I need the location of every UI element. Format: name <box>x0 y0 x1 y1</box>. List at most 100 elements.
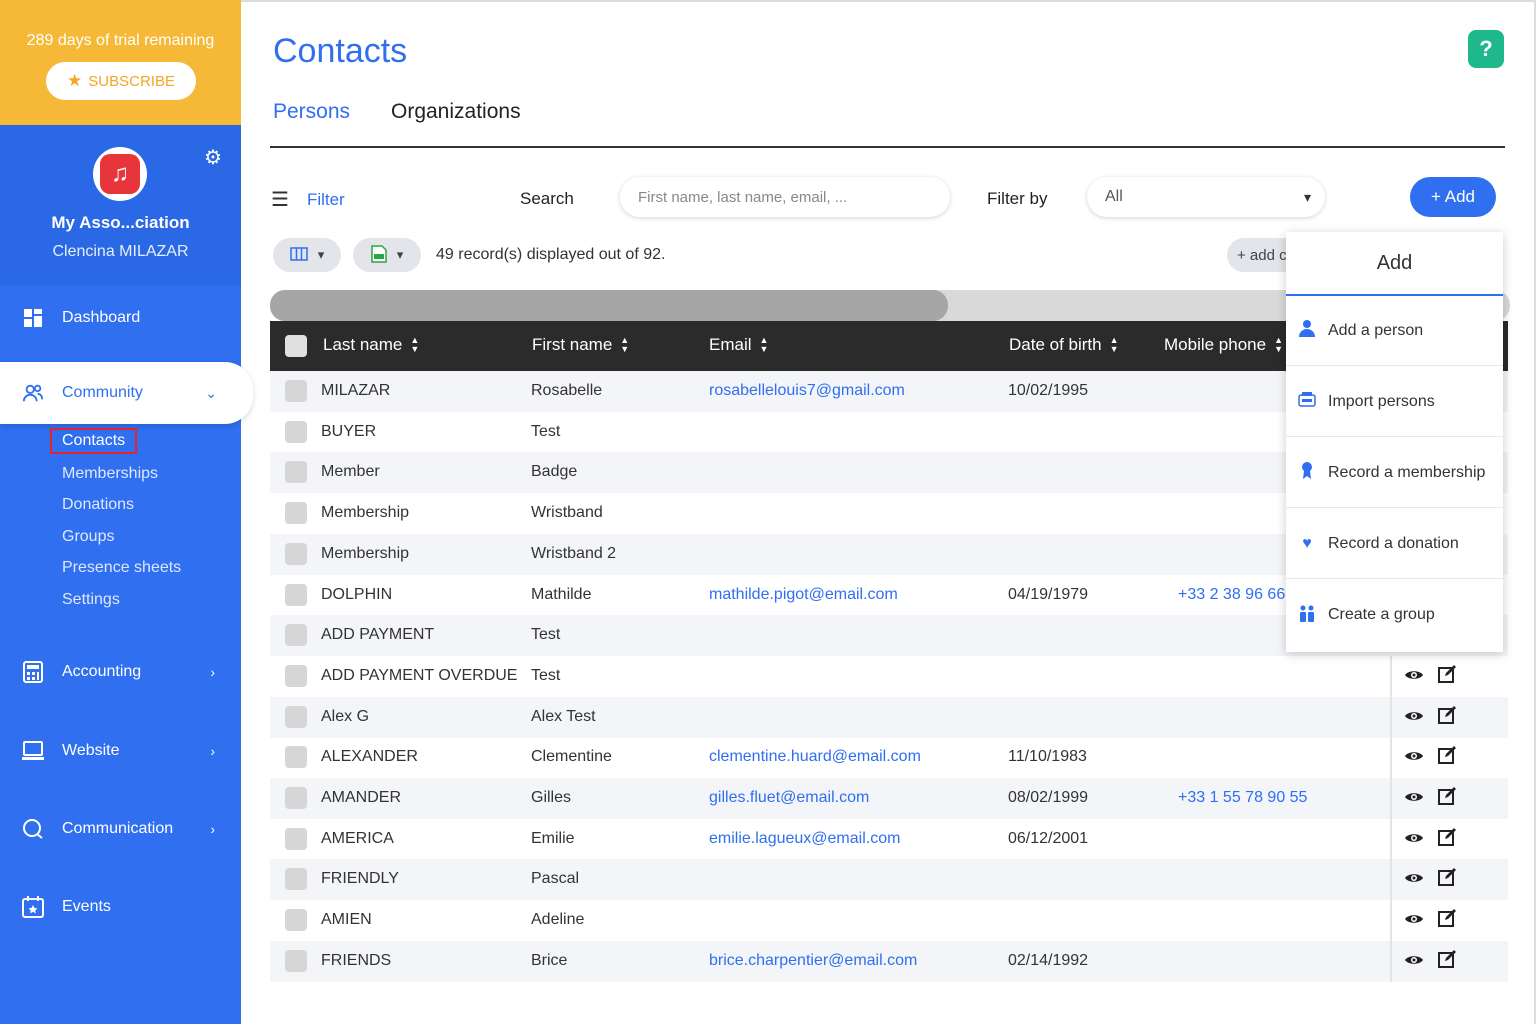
edit-icon[interactable] <box>1438 706 1456 729</box>
sub-item-memberships[interactable]: Memberships <box>62 465 158 483</box>
cell-mobile-phone[interactable]: +33 2 38 96 66 <box>1178 586 1285 604</box>
columns-button[interactable]: ▾ <box>273 238 341 272</box>
sub-item-contacts[interactable]: Contacts <box>50 428 138 454</box>
menu-record-donation[interactable]: ♥ Record a donation <box>1286 509 1503 579</box>
menu-import-persons[interactable]: Import persons <box>1286 367 1503 437</box>
menu-add-person[interactable]: Add a person <box>1286 296 1503 366</box>
header-date-of-birth[interactable]: Date of birth ▲ ▼ <box>1009 335 1119 355</box>
cell-email[interactable]: rosabellelouis7@gmail.com <box>709 382 905 400</box>
cell-email[interactable]: emilie.lagueux@email.com <box>709 830 900 848</box>
table-row[interactable]: ADD PAYMENT OVERDUE Test <box>270 656 1508 697</box>
table-row[interactable]: AMANDER Gilles gilles.fluet@email.com 08/02… <box>270 778 1508 819</box>
cell-date-of-birth: 10/02/1995 <box>1008 382 1089 399</box>
header-first-name[interactable]: First name ▲ ▼ <box>532 335 629 355</box>
row-checkbox[interactable] <box>285 584 307 606</box>
edit-icon[interactable] <box>1438 828 1456 851</box>
edit-icon[interactable] <box>1438 665 1456 688</box>
cell-first-name: Emilie <box>531 830 575 847</box>
page-title: Contacts <box>273 32 408 70</box>
subscribe-label: SUBSCRIBE <box>88 72 175 90</box>
nav-events[interactable]: Events <box>0 882 241 932</box>
cell-email[interactable]: gilles.fluet@email.com <box>709 789 869 807</box>
menu-item-label: Add a person <box>1328 321 1424 339</box>
row-checkbox[interactable] <box>285 502 307 524</box>
row-checkbox[interactable] <box>285 665 307 687</box>
row-actions <box>1390 697 1508 738</box>
table-row[interactable]: Alex G Alex Test <box>270 697 1508 738</box>
table-row[interactable]: FRIENDLY Pascal <box>270 859 1508 900</box>
table-row[interactable]: ALEXANDER Clementine clementine.huard@emai… <box>270 737 1508 778</box>
cell-email[interactable]: mathilde.pigot@email.com <box>709 586 898 604</box>
eye-icon[interactable] <box>1404 666 1424 687</box>
nav-accounting[interactable]: Accounting › <box>0 647 241 697</box>
row-checkbox[interactable] <box>285 787 307 809</box>
row-checkbox[interactable] <box>285 624 307 646</box>
row-checkbox[interactable] <box>285 461 307 483</box>
row-checkbox[interactable] <box>285 909 307 931</box>
row-checkbox[interactable] <box>285 950 307 972</box>
export-excel-button[interactable]: ▾ <box>353 238 421 272</box>
sub-item-presence-sheets[interactable]: Presence sheets <box>62 559 181 577</box>
edit-icon[interactable] <box>1438 868 1456 891</box>
subscribe-button[interactable]: ★ SUBSCRIBE <box>46 62 196 100</box>
edit-icon[interactable] <box>1438 746 1456 769</box>
help-button[interactable]: ? <box>1468 30 1504 68</box>
edit-icon[interactable] <box>1438 950 1456 973</box>
menu-record-membership[interactable]: Record a membership <box>1286 438 1503 508</box>
dashboard-icon <box>22 307 44 329</box>
eye-icon[interactable] <box>1404 951 1424 972</box>
search-input[interactable] <box>620 177 950 217</box>
main-content: Contacts ? Persons Organizations ☰ Filte… <box>241 0 1536 1024</box>
sub-item-groups[interactable]: Groups <box>62 528 114 546</box>
cell-last-name: Membership <box>321 545 410 562</box>
eye-icon[interactable] <box>1404 869 1424 890</box>
row-checkbox[interactable] <box>285 868 307 890</box>
header-email[interactable]: Email ▲ ▼ <box>709 335 768 355</box>
cell-first-name: Clementine <box>531 748 612 765</box>
nav-dashboard[interactable]: Dashboard <box>0 293 241 343</box>
nav-communication[interactable]: Communication › <box>0 804 241 854</box>
edit-icon[interactable] <box>1438 909 1456 932</box>
table-row[interactable]: AMERICA Emilie emilie.lagueux@email.com 06/… <box>270 819 1508 860</box>
org-logo[interactable]: ♫ <box>93 147 147 201</box>
row-checkbox[interactable] <box>285 380 307 402</box>
table-row[interactable]: AMIEN Adeline <box>270 900 1508 941</box>
sub-item-donations[interactable]: Donations <box>62 496 134 514</box>
cell-email[interactable]: clementine.huard@email.com <box>709 748 921 766</box>
menu-create-group[interactable]: Create a group <box>1286 580 1503 650</box>
add-button[interactable]: + Add <box>1410 177 1496 217</box>
filter-toggle[interactable]: ☰ Filter <box>271 187 345 212</box>
sort-icon: ▲ ▼ <box>1109 335 1119 354</box>
header-mobile-phone[interactable]: Mobile phone ▲ ▼ <box>1164 335 1283 355</box>
scrollbar-thumb[interactable] <box>270 290 948 321</box>
sub-item-settings[interactable]: Settings <box>62 591 120 609</box>
eye-icon[interactable] <box>1404 747 1424 768</box>
filter-by-select[interactable]: All ▾ <box>1087 177 1325 217</box>
gear-icon[interactable]: ⚙ <box>204 145 222 170</box>
cell-email[interactable]: brice.charpentier@email.com <box>709 952 917 970</box>
tab-persons[interactable]: Persons <box>273 100 350 124</box>
eye-icon[interactable] <box>1404 829 1424 850</box>
sort-icon: ▲ ▼ <box>410 335 420 354</box>
table-row[interactable]: FRIENDS Brice brice.charpentier@email.com 0… <box>270 941 1508 982</box>
nav-accounting-label: Accounting <box>62 663 142 680</box>
row-checkbox[interactable] <box>285 706 307 728</box>
org-name[interactable]: My Asso...ciation <box>0 213 241 233</box>
row-checkbox[interactable] <box>285 828 307 850</box>
cell-mobile-phone[interactable]: +33 1 55 78 90 55 <box>1178 789 1307 807</box>
header-last-name[interactable]: Last name ▲ ▼ <box>323 335 419 355</box>
row-checkbox[interactable] <box>285 543 307 565</box>
nav-website[interactable]: Website › <box>0 726 241 776</box>
nav-community[interactable]: Community ⌄ <box>0 362 253 424</box>
tabs-divider <box>270 146 1505 148</box>
select-all-checkbox[interactable] <box>285 335 307 357</box>
row-checkbox[interactable] <box>285 746 307 768</box>
cell-first-name: Mathilde <box>531 586 592 603</box>
caret-down-icon: ▾ <box>317 247 325 262</box>
edit-icon[interactable] <box>1438 787 1456 810</box>
eye-icon[interactable] <box>1404 707 1424 728</box>
row-checkbox[interactable] <box>285 421 307 443</box>
eye-icon[interactable] <box>1404 788 1424 809</box>
eye-icon[interactable] <box>1404 910 1424 931</box>
tab-organizations[interactable]: Organizations <box>391 100 521 124</box>
